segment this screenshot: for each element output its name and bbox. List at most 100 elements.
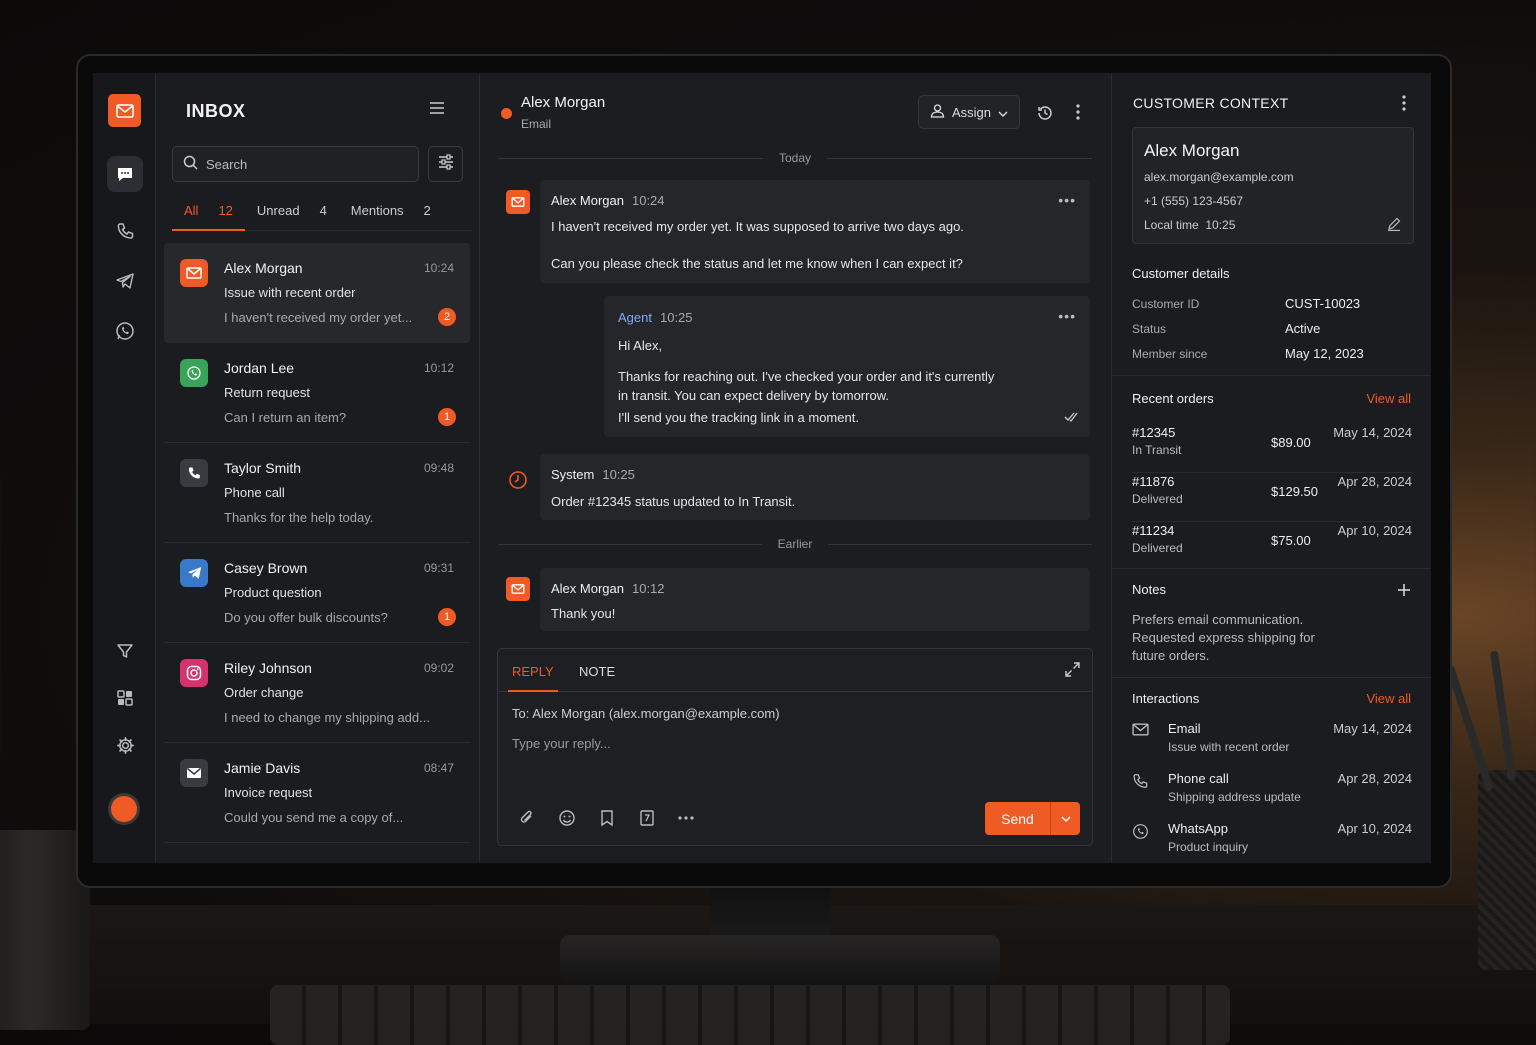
- telegram-icon: [180, 559, 208, 587]
- message-time: 10:25: [602, 467, 635, 482]
- settings-gear-icon[interactable]: [107, 727, 143, 763]
- emoji-icon[interactable]: [558, 809, 576, 832]
- message-author: Alex Morgan: [551, 193, 624, 208]
- tab-note[interactable]: NOTE: [579, 664, 615, 679]
- customer-email[interactable]: alex.morgan@example.com: [1144, 170, 1294, 184]
- order-status: Delivered: [1132, 541, 1183, 555]
- more-tools-icon[interactable]: [678, 809, 694, 832]
- more-options-icon[interactable]: [1076, 104, 1080, 125]
- message-bubble: Alex Morgan 10:24 ••• I haven't received …: [540, 180, 1090, 283]
- apps-grid-icon[interactable]: [107, 680, 143, 716]
- conversation-name: Alex Morgan: [224, 260, 303, 276]
- message-more-icon[interactable]: •••: [1058, 192, 1076, 208]
- keyboard: [270, 985, 1230, 1045]
- detail-value: Active: [1285, 321, 1321, 336]
- search-input[interactable]: Search: [172, 146, 419, 182]
- section-divider: [1112, 375, 1431, 376]
- interaction-date: May 14, 2024: [1333, 721, 1412, 736]
- conversation-preview: Could you send me a copy of...: [224, 810, 404, 825]
- interactions-view-all-link[interactable]: View all: [1366, 691, 1411, 706]
- search-placeholder: Search: [206, 156, 248, 172]
- whatsapp-icon: [1132, 823, 1149, 845]
- local-time-label: Local time: [1144, 218, 1199, 232]
- tab-mentions[interactable]: Mentions 2: [339, 203, 443, 231]
- conversation-item[interactable]: Riley Johnson 09:02 Order change I need …: [164, 643, 470, 743]
- telegram-icon[interactable]: [107, 263, 143, 299]
- conversation-subject: Product question: [224, 585, 322, 600]
- conversation-item[interactable]: Jordan Lee 10:12 Return request Can I re…: [164, 343, 470, 443]
- assign-button[interactable]: Assign: [918, 95, 1020, 129]
- interaction-item[interactable]: WhatsApp Product inquiry Apr 10, 2024: [1132, 821, 1412, 863]
- conversation-item[interactable]: Taylor Smith 09:48 Phone call Thanks for…: [164, 443, 470, 543]
- message-time: 10:25: [659, 310, 693, 325]
- status-dot: [501, 108, 512, 119]
- system-clock-icon: [508, 470, 528, 495]
- add-note-plus-icon[interactable]: [1397, 581, 1411, 602]
- whatsapp-icon[interactable]: [107, 313, 143, 349]
- order-price: $75.00: [1271, 533, 1311, 548]
- conversation-name: Jamie Davis: [224, 760, 301, 776]
- notes-title: Notes: [1132, 582, 1166, 597]
- message-time: 10:12: [631, 581, 665, 596]
- chat-icon[interactable]: [107, 156, 143, 192]
- conversation-item[interactable]: Jamie Davis 08:47 Invoice request Could …: [164, 743, 470, 843]
- order-row[interactable]: #12345 In Transit $89.00 May 14, 2024: [1132, 425, 1412, 473]
- date-divider-label: Today: [778, 151, 812, 165]
- message-header: System 10:25: [551, 467, 635, 482]
- system-message: System 10:25 Order #12345 status updated …: [540, 454, 1090, 520]
- interactions-title: Interactions: [1132, 691, 1200, 706]
- message-text: in transit. You can expect delivery by t…: [618, 388, 889, 403]
- conversation-item[interactable]: Casey Brown 09:31 Product question Do yo…: [164, 543, 470, 643]
- user-avatar[interactable]: [111, 796, 137, 822]
- tab-reply[interactable]: REPLY: [508, 664, 558, 692]
- detail-key: Status: [1132, 322, 1167, 336]
- recent-orders-title: Recent orders: [1132, 391, 1214, 406]
- message-more-icon[interactable]: •••: [1058, 308, 1076, 324]
- contact-channel: Email: [521, 117, 552, 131]
- notes-text: Prefers email communication. Requested e…: [1132, 612, 1315, 663]
- conversation-name: Riley Johnson: [224, 660, 312, 676]
- read-check-icon: [1064, 409, 1078, 427]
- customer-phone[interactable]: +1 (555) 123-4567: [1144, 194, 1243, 208]
- template-icon[interactable]: [638, 809, 656, 832]
- order-row[interactable]: #11234 Delivered $75.00 Apr 10, 2024: [1132, 523, 1412, 571]
- attachment-icon[interactable]: [518, 809, 536, 832]
- phone-icon[interactable]: [107, 213, 143, 249]
- tab-all[interactable]: All 12: [172, 203, 245, 231]
- conversation-time: 09:48: [423, 461, 454, 475]
- context-more-icon[interactable]: [1402, 95, 1406, 116]
- tab-unread[interactable]: Unread 4: [245, 203, 339, 231]
- contact-name: Alex Morgan: [521, 94, 606, 111]
- interaction-item[interactable]: Email Issue with recent order May 14, 20…: [1132, 721, 1412, 769]
- conversation-preview: Thanks for the help today.: [224, 510, 374, 525]
- message-header: Agent 10:25: [618, 310, 693, 325]
- email-icon: [180, 259, 208, 287]
- filter-icon[interactable]: [107, 633, 143, 669]
- inbox-title: INBOX: [186, 101, 246, 121]
- conversation-item[interactable]: Alex Morgan 10:24 Issue with recent orde…: [164, 243, 470, 343]
- order-row[interactable]: #11876 Delivered $129.50 Apr 28, 2024: [1132, 474, 1412, 522]
- conversation-preview: I haven't received my order yet...: [224, 310, 413, 325]
- email-icon: [506, 577, 530, 601]
- recipient-line: To: Alex Morgan (alex.morgan@example.com…: [512, 706, 780, 721]
- app-logo-mail-icon[interactable]: [108, 94, 141, 127]
- bookmark-icon[interactable]: [598, 809, 616, 832]
- send-options-chevron-icon[interactable]: [1051, 802, 1080, 835]
- reply-textarea[interactable]: Type your reply...: [512, 736, 611, 751]
- phone-icon: [1132, 773, 1148, 794]
- customer-local-time: Local time 10:25: [1144, 218, 1235, 232]
- filter-settings-button[interactable]: [428, 146, 463, 182]
- menu-icon[interactable]: [429, 101, 445, 120]
- history-icon[interactable]: [1036, 104, 1054, 127]
- conversation-time: 09:31: [423, 561, 454, 575]
- edit-pencil-icon[interactable]: [1387, 217, 1401, 236]
- expand-icon[interactable]: [1065, 662, 1080, 680]
- message-author: Alex Morgan: [551, 581, 624, 596]
- interaction-type: Email: [1168, 721, 1201, 736]
- send-button[interactable]: Send: [985, 802, 1080, 835]
- interaction-item[interactable]: Phone call Shipping address update Apr 2…: [1132, 771, 1412, 819]
- customer-name: Alex Morgan: [1144, 141, 1240, 160]
- orders-view-all-link[interactable]: View all: [1366, 391, 1411, 406]
- inbox-tabs: All 12 Unread 4 Mentions 2: [172, 203, 472, 231]
- sliders-icon: [438, 153, 454, 175]
